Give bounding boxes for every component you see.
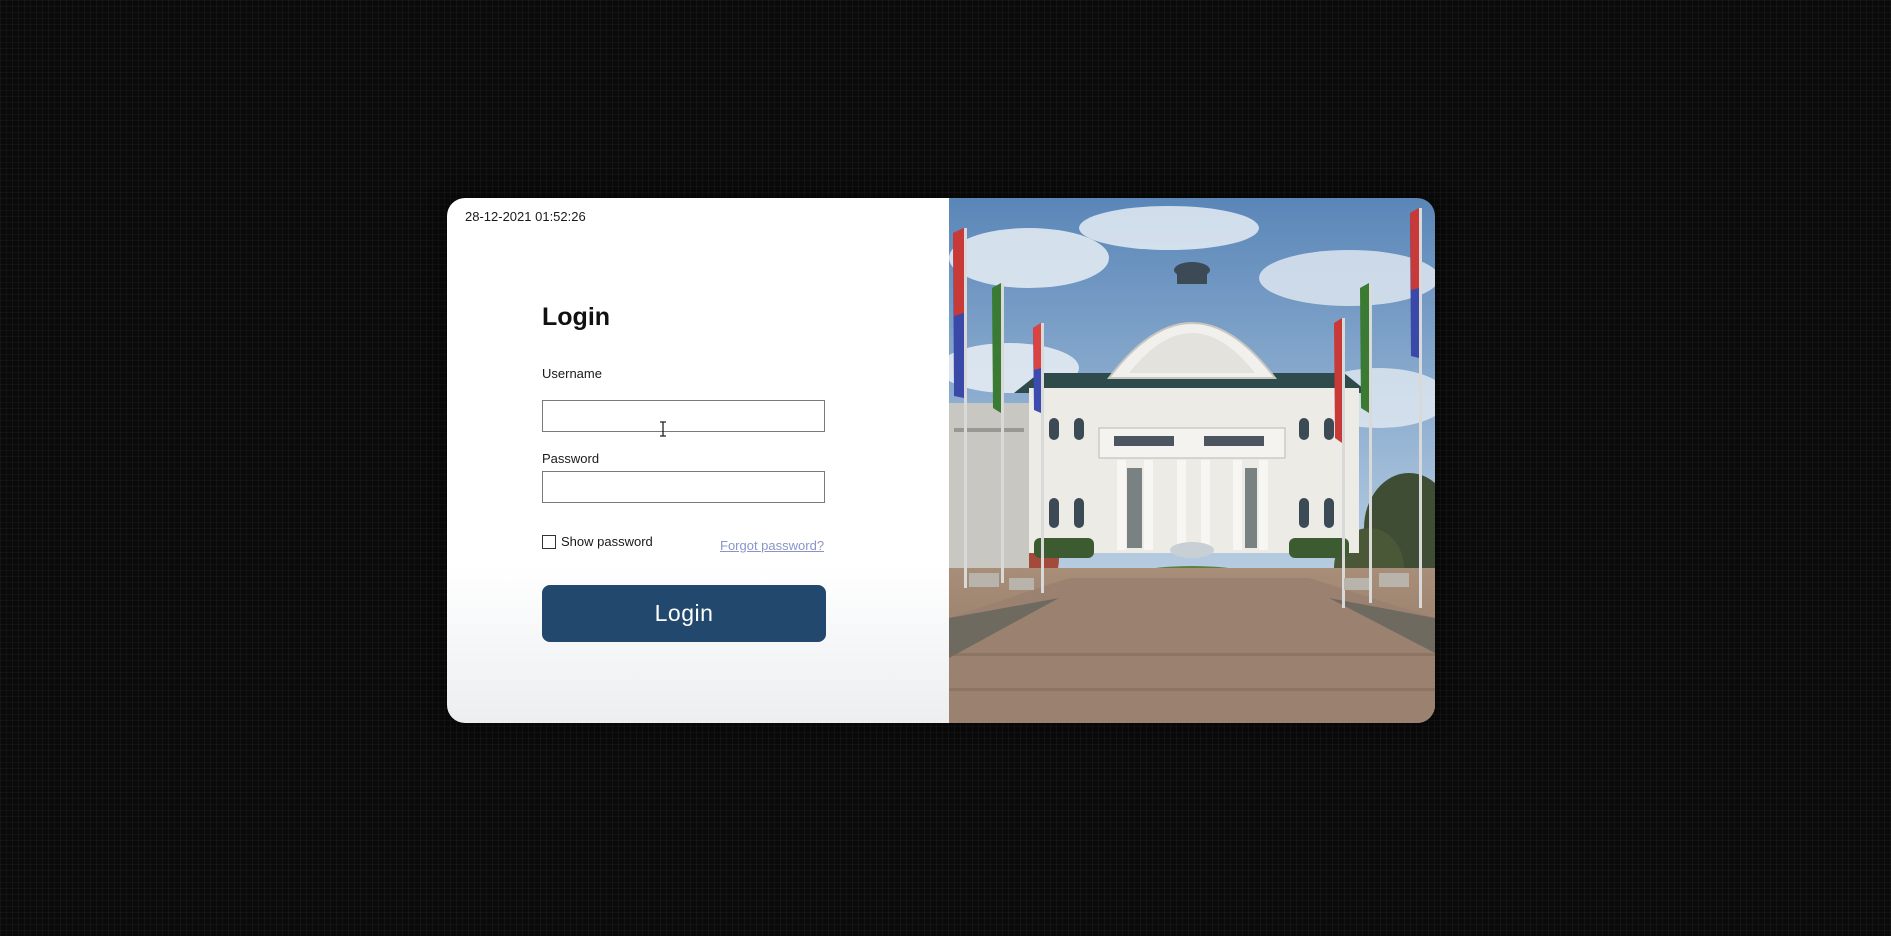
clock-display: 28-12-2021 01:52:26 — [465, 209, 586, 224]
username-input[interactable] — [542, 400, 825, 432]
show-password-checkbox[interactable] — [542, 534, 556, 549]
show-password-toggle[interactable]: Show password — [542, 534, 653, 549]
show-password-label[interactable]: Show password — [561, 534, 653, 549]
login-title: Login — [542, 303, 611, 331]
login-button[interactable]: Login — [542, 585, 826, 642]
forgot-password-link[interactable]: Forgot password? — [720, 538, 824, 553]
password-label: Password — [542, 451, 600, 466]
username-label: Username — [542, 366, 602, 381]
city-hall-photo — [949, 198, 1435, 723]
password-input[interactable] — [542, 471, 825, 503]
login-panel: 28-12-2021 01:52:26 Login Username Passw… — [447, 198, 949, 723]
login-window: 28-12-2021 01:52:26 Login Username Passw… — [447, 198, 1435, 723]
photo-illustration — [949, 198, 1435, 723]
